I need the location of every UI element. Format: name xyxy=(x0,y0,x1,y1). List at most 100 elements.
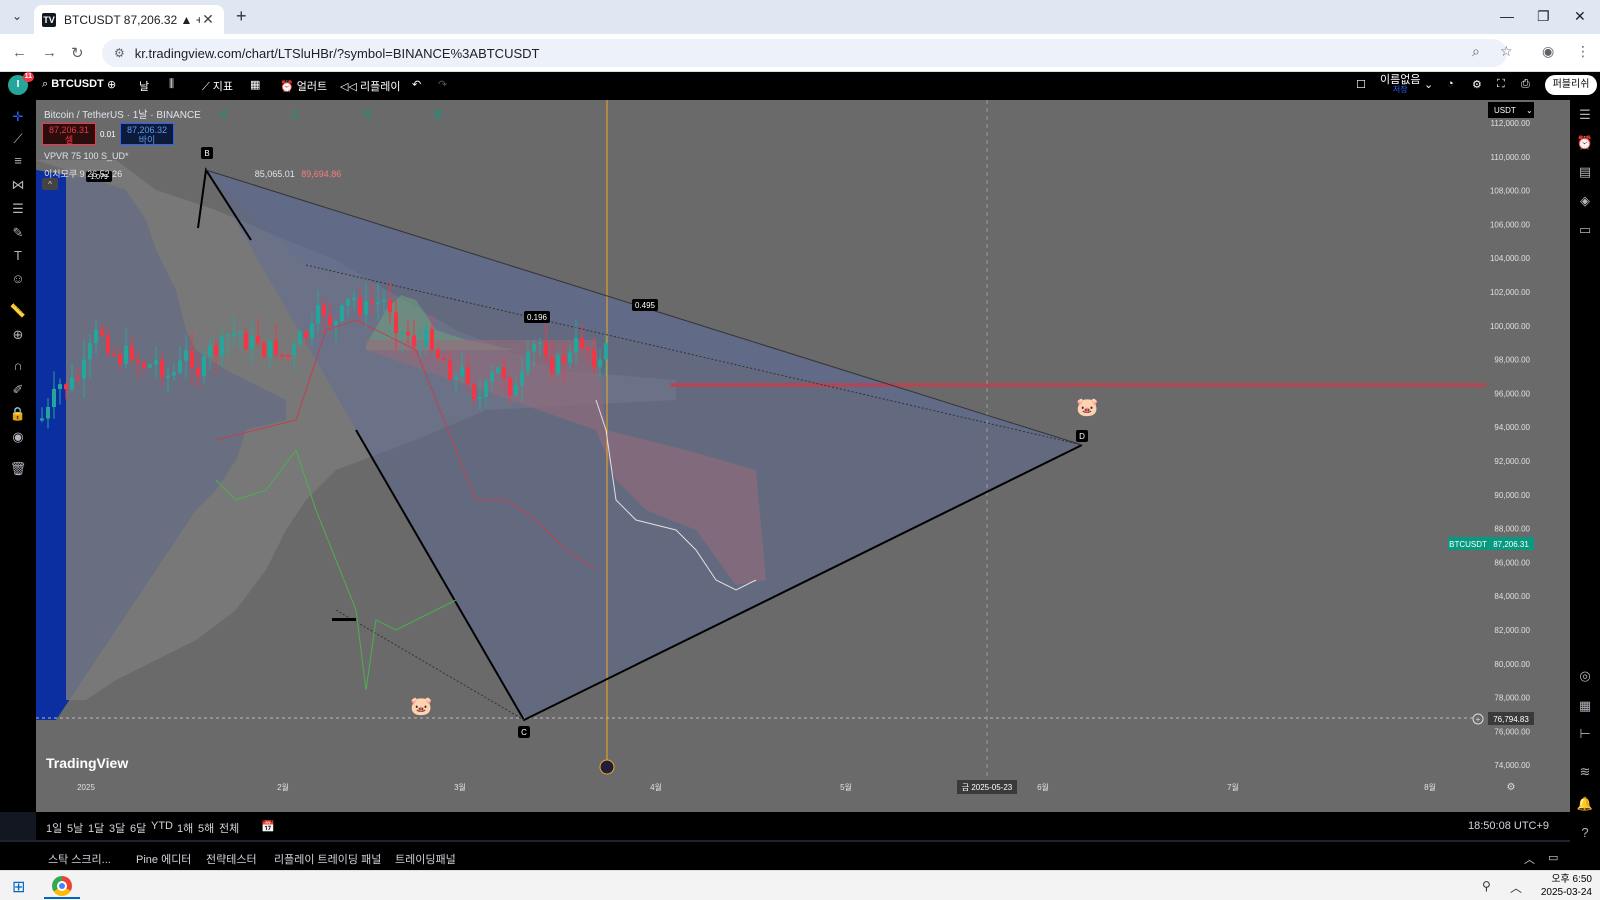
reload-icon[interactable]: ↻ xyxy=(71,44,84,62)
period-button[interactable]: 1달 xyxy=(88,820,104,836)
bookmark-star-icon[interactable]: ☆ xyxy=(1500,43,1513,60)
panel-tab[interactable]: Pine 에디터 xyxy=(136,851,191,867)
tray-chevron-icon[interactable]: ︿ xyxy=(1510,879,1522,896)
text-tool-icon[interactable]: T xyxy=(9,247,27,265)
candle-body xyxy=(178,360,182,373)
close-window-icon[interactable]: ✕ xyxy=(1574,8,1586,25)
settings-gear-icon[interactable]: ⚙ xyxy=(1472,78,1482,91)
emoji-icon[interactable]: ☺ xyxy=(9,270,27,288)
symbol-search-button[interactable]: ⌕ BTCUSDT xyxy=(42,78,104,91)
taskbar-clock[interactable]: 오후 6:50 2025-03-24 xyxy=(1532,873,1592,899)
layout-checkbox-icon[interactable]: ☐ xyxy=(1356,78,1366,91)
zoom-icon[interactable]: ⌕ xyxy=(1472,43,1480,60)
layers-icon[interactable]: ◈ xyxy=(1576,192,1594,210)
candle-type-icon[interactable]: ⫼ xyxy=(169,78,174,91)
period-button[interactable]: 5날 xyxy=(67,820,83,836)
replay-button[interactable]: ◁◁ 리플레이 xyxy=(340,78,400,94)
panel-tab[interactable]: 트레이딩패널 xyxy=(395,851,456,867)
brush-icon[interactable]: ✎ xyxy=(9,224,27,242)
collapse-panel-icon[interactable]: ︿ xyxy=(1524,851,1535,867)
maximize-panel-icon[interactable]: ▭ xyxy=(1548,851,1558,864)
network-icon[interactable]: ⚲ xyxy=(1482,879,1491,893)
pattern-icon[interactable]: ⋈ xyxy=(9,176,27,194)
indicators-button[interactable]: ⟋ 지표 xyxy=(202,78,233,94)
target-icon[interactable]: ◎ xyxy=(1576,667,1594,685)
period-button[interactable]: 1해 xyxy=(177,820,193,836)
period-button[interactable]: 1일 xyxy=(46,820,62,836)
period-button[interactable]: 5해 xyxy=(198,820,214,836)
news-icon[interactable]: ▤ xyxy=(1576,163,1594,181)
quick-search-icon[interactable]: ◔ xyxy=(1447,78,1454,90)
chart-canvas[interactable]: B C D 1.079 0.196 0.495 🐷 🐷 TradingView xyxy=(36,100,1570,812)
price-axis[interactable]: 112,000.00 110,000.00 108,000.00 106,000.00… xyxy=(1490,119,1531,770)
zoom-in-icon[interactable]: ⊕ xyxy=(9,326,27,344)
currency-selector[interactable]: USDT ⌄ xyxy=(1488,102,1534,118)
publish-button[interactable]: 퍼블리쉬 xyxy=(1545,75,1597,95)
alarm-icon[interactable]: ⏰ xyxy=(1576,134,1594,152)
new-tab-icon[interactable]: + xyxy=(236,6,247,27)
forward-icon[interactable]: → xyxy=(42,44,57,61)
magnet-icon[interactable]: ∩ xyxy=(9,357,27,375)
chat-icon[interactable]: ▭ xyxy=(1576,221,1594,239)
chrome-taskbar-icon[interactable] xyxy=(44,873,80,899)
prediction-icon[interactable]: ☰ xyxy=(9,200,27,218)
utc-time[interactable]: 18:50:08 UTC+9 xyxy=(1468,820,1549,832)
sell-button[interactable]: 87,206.31 셀 xyxy=(42,123,96,145)
candle-body xyxy=(82,359,86,379)
candle-body xyxy=(508,377,512,396)
panel-tab[interactable]: 리플레이 트레이딩 패널 xyxy=(274,851,381,867)
more-menu-icon[interactable]: ⋮ xyxy=(1576,43,1590,60)
eye-icon[interactable]: ◉ xyxy=(9,428,27,446)
period-button[interactable]: YTD xyxy=(151,820,173,832)
panel-tab[interactable]: 전략테스터 xyxy=(206,851,257,867)
crosshair-icon[interactable]: ✛ xyxy=(9,108,27,126)
signal-icon[interactable]: ≋ xyxy=(1576,763,1594,781)
period-button[interactable]: 전체 xyxy=(219,820,239,836)
replay-marker-icon[interactable] xyxy=(599,759,615,775)
candle-body xyxy=(100,329,104,336)
back-icon[interactable]: ← xyxy=(12,44,27,61)
camera-icon[interactable]: ⎙ xyxy=(1521,78,1530,91)
fullscreen-icon[interactable]: ⛶ xyxy=(1497,78,1505,91)
help-icon[interactable]: ? xyxy=(1576,824,1594,842)
chart-legend[interactable]: Bitcoin / TetherUS · 1날 · BINANCE 시 고 저 … xyxy=(44,106,443,121)
calendar-icon[interactable]: ▦ xyxy=(1576,697,1594,715)
layout-dropdown-icon[interactable]: ⌄ xyxy=(1424,78,1433,91)
minimize-icon[interactable]: — xyxy=(1500,8,1514,24)
indicator-vpvr[interactable]: VPVR 75 100 S_UD* xyxy=(44,151,129,161)
bell-icon[interactable]: 🔔 xyxy=(1576,795,1594,813)
ruler-icon[interactable]: 📏 xyxy=(9,302,27,320)
compare-symbol-icon[interactable]: ⊕ xyxy=(107,78,116,91)
restore-icon[interactable]: ❐ xyxy=(1537,8,1550,25)
redo-icon[interactable]: ↷ xyxy=(438,78,447,91)
indicator-ichimoku[interactable]: 이치모쿠 9 26 52 26 85,065.01 89,694.86 xyxy=(44,167,341,180)
chart-svg[interactable]: B C D 1.079 0.196 0.495 🐷 🐷 TradingView xyxy=(36,100,1570,812)
site-info-icon[interactable]: ⚙ xyxy=(114,46,125,60)
lock-icon[interactable]: 🔒 xyxy=(9,405,27,423)
price-tick-label: 86,000.00 xyxy=(1494,558,1530,567)
undo-icon[interactable]: ↶ xyxy=(412,78,421,91)
period-button[interactable]: 6달 xyxy=(130,820,146,836)
url-input[interactable]: ⚙ kr.tradingview.com/chart/LTSluHBr/?sym… xyxy=(102,39,1507,67)
interval-button[interactable]: 날 xyxy=(139,78,149,94)
windows-start-icon[interactable]: ⊞ xyxy=(12,877,25,897)
user-avatar[interactable]: I 11 xyxy=(8,72,34,95)
profile-icon[interactable]: ◉ xyxy=(1542,43,1554,60)
panel-tab[interactable]: 스탁 스크리... xyxy=(48,851,111,867)
tab-close-icon[interactable]: ✕ xyxy=(200,11,216,28)
browser-tab[interactable]: TV BTCUSDT 87,206.32 ▲ +1.31% ✕ xyxy=(34,5,224,34)
axis-settings-icon[interactable]: ⚙ xyxy=(1507,782,1516,793)
tab-search-icon[interactable]: ⌄ xyxy=(8,9,26,27)
lock-drawing-icon[interactable]: ✐ xyxy=(9,381,27,399)
date-range-icon[interactable]: 📅 xyxy=(261,820,275,833)
buy-button[interactable]: 87,206.32 바이 xyxy=(120,123,174,145)
trendline-icon[interactable]: ⟋ xyxy=(9,130,27,148)
period-button[interactable]: 3달 xyxy=(109,820,125,836)
chart-tools-icon[interactable]: ⊢ xyxy=(1576,725,1594,743)
alerts-button[interactable]: ⏰ 얼러트 xyxy=(280,78,327,94)
watchlist-icon[interactable]: ☰ xyxy=(1576,106,1594,124)
layouts-icon[interactable]: ▦ xyxy=(250,78,260,91)
fib-icon[interactable]: ≡ xyxy=(9,152,27,170)
layout-name-button[interactable]: 이름없음 저장 xyxy=(1380,75,1420,95)
trash-icon[interactable]: 🗑 xyxy=(9,460,27,478)
